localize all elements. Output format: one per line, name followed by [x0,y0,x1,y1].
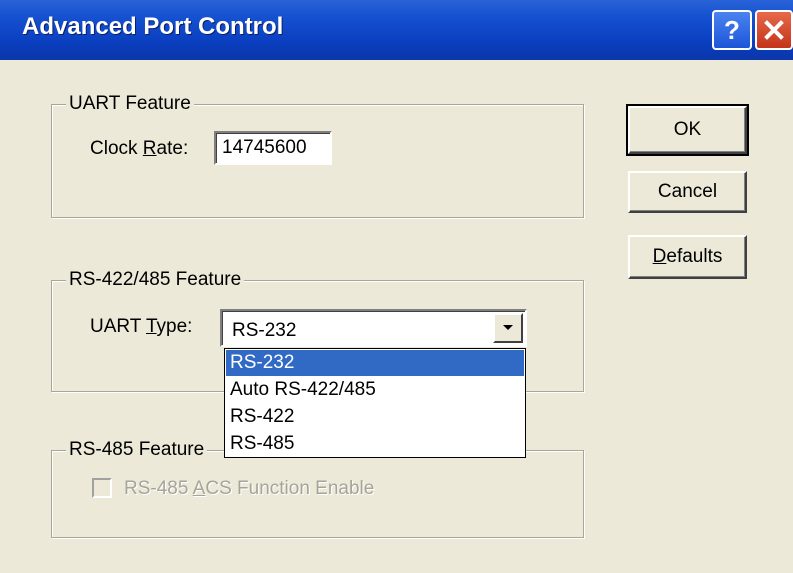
uart-feature-legend: UART Feature [66,93,194,115]
dropdown-arrow-button[interactable] [493,313,523,343]
dropdown-option[interactable]: RS-485 [226,431,524,457]
uart-type-select[interactable]: RS-232 [220,309,527,347]
defaults-button[interactable]: Defaults [628,235,747,279]
uart-type-label: UART Type: [90,316,193,337]
help-button[interactable]: ? [712,10,752,50]
uart-type-dropdown-list[interactable]: RS-232 Auto RS-422/485 RS-422 RS-485 [224,348,526,458]
close-button[interactable] [755,10,793,50]
clock-rate-label: Clock Rate: [90,138,189,159]
ok-button[interactable]: OK [626,104,749,156]
cancel-button[interactable]: Cancel [628,171,747,213]
rs422-485-feature-legend: RS-422/485 Feature [66,269,245,291]
dropdown-option[interactable]: RS-232 [226,350,524,376]
acs-function-label: RS-485 ACS Function Enable [124,478,375,499]
window-title: Advanced Port Control [22,13,284,40]
dropdown-option[interactable]: RS-422 [226,404,524,430]
title-bar[interactable]: Advanced Port Control ? [0,0,793,60]
rs485-feature-legend: RS-485 Feature [66,439,208,461]
chevron-down-icon [503,325,513,330]
dropdown-option[interactable]: Auto RS-422/485 [226,377,524,403]
acs-function-checkbox[interactable] [92,478,112,498]
clock-rate-input[interactable]: 14745600 [214,131,332,165]
help-icon: ? [724,14,740,45]
close-icon [764,20,784,40]
uart-type-selected-value: RS-232 [232,320,297,341]
